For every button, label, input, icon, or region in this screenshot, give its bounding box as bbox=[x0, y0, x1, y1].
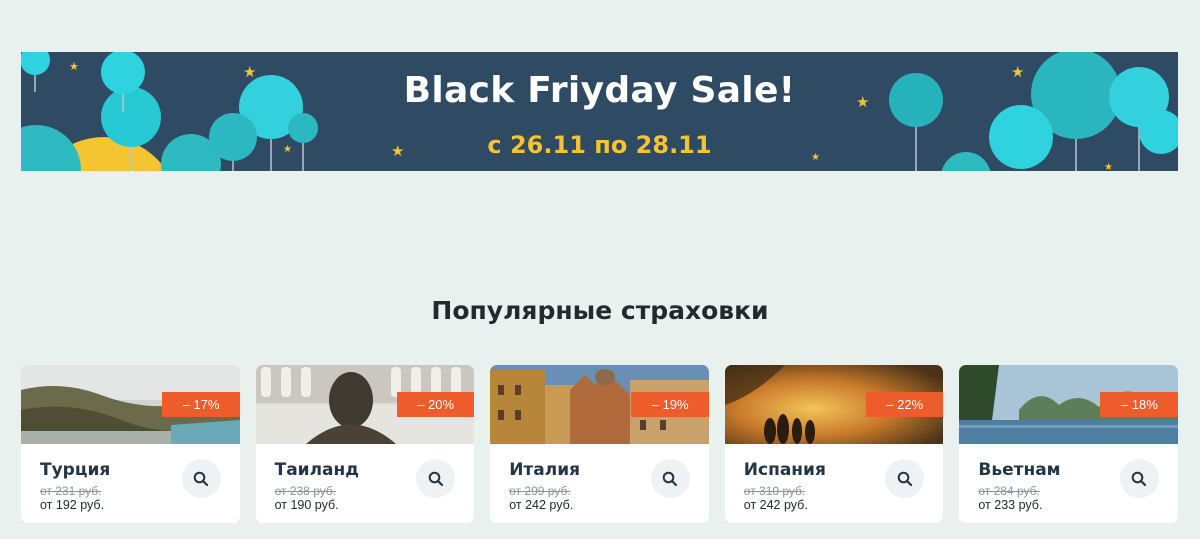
country-name[interactable]: Италия bbox=[509, 460, 580, 480]
country-name[interactable]: Таиланд bbox=[275, 460, 359, 480]
discount-badge: – 18% bbox=[1100, 392, 1178, 417]
new-price: от 190 руб. bbox=[274, 498, 339, 512]
card-vietnam[interactable]: – 18% Вьетнам от 284 руб. от 233 руб. bbox=[959, 365, 1178, 523]
old-price: от 299 руб. bbox=[509, 484, 571, 498]
old-price: от 238 руб. bbox=[274, 484, 337, 498]
search-icon bbox=[428, 471, 443, 486]
card-image-spain: – 22% bbox=[724, 365, 944, 444]
banner-title: Black Friyday Sale! bbox=[403, 70, 796, 111]
discount-badge: – 19% bbox=[631, 392, 709, 417]
card-thailand[interactable]: – 20% Таиланд от 238 руб. от 190 руб. bbox=[255, 365, 475, 523]
search-icon bbox=[897, 471, 912, 486]
country-name[interactable]: Вьетнам bbox=[978, 460, 1060, 480]
new-price: от 242 руб. bbox=[743, 498, 808, 512]
card-image-italy: – 19% bbox=[490, 365, 709, 444]
search-button[interactable] bbox=[1119, 459, 1159, 498]
search-button[interactable] bbox=[885, 459, 925, 498]
svg-text:★: ★ bbox=[1104, 162, 1113, 171]
country-name[interactable]: Испания bbox=[744, 460, 826, 480]
new-price: от 242 руб. bbox=[509, 498, 574, 512]
discount-badge: – 20% bbox=[396, 392, 475, 417]
old-price: от 284 руб. bbox=[978, 484, 1040, 498]
new-price: от 192 руб. bbox=[40, 498, 105, 512]
card-image-vietnam: – 18% bbox=[959, 365, 1178, 444]
card-image-turkey: – 17% bbox=[21, 365, 240, 444]
card-image-thailand: – 20% bbox=[255, 365, 475, 444]
search-icon bbox=[662, 471, 678, 486]
discount-badge: – 17% bbox=[162, 392, 240, 417]
old-price: от 231 руб. bbox=[40, 484, 102, 498]
card-spain[interactable]: – 22% Испания от 310 руб. от 242 руб. bbox=[724, 365, 944, 523]
discount-badge: – 22% bbox=[865, 392, 944, 417]
search-button[interactable] bbox=[181, 459, 221, 498]
country-name[interactable]: Турция bbox=[40, 460, 110, 480]
card-italy[interactable]: – 19% Италия от 299 руб. от 242 руб. bbox=[490, 365, 709, 523]
search-button[interactable] bbox=[650, 459, 690, 498]
insurance-cards-list: – 17% Турция от 231 руб. от 192 руб. – 2… bbox=[21, 365, 1178, 523]
promo-banner[interactable]: ★ ★ ★ ★ ★ ★ ★ ★ Black Friyday Sale! с 26… bbox=[21, 52, 1178, 171]
new-price: от 233 руб. bbox=[978, 498, 1043, 512]
search-button[interactable] bbox=[416, 459, 456, 498]
search-icon bbox=[1132, 471, 1147, 486]
banner-dates: с 26.11 по 28.11 bbox=[487, 131, 712, 159]
search-icon bbox=[193, 471, 209, 486]
card-turkey[interactable]: – 17% Турция от 231 руб. от 192 руб. bbox=[21, 365, 240, 523]
old-price: от 310 руб. bbox=[743, 484, 806, 498]
section-title: Популярные страховки bbox=[431, 296, 769, 325]
